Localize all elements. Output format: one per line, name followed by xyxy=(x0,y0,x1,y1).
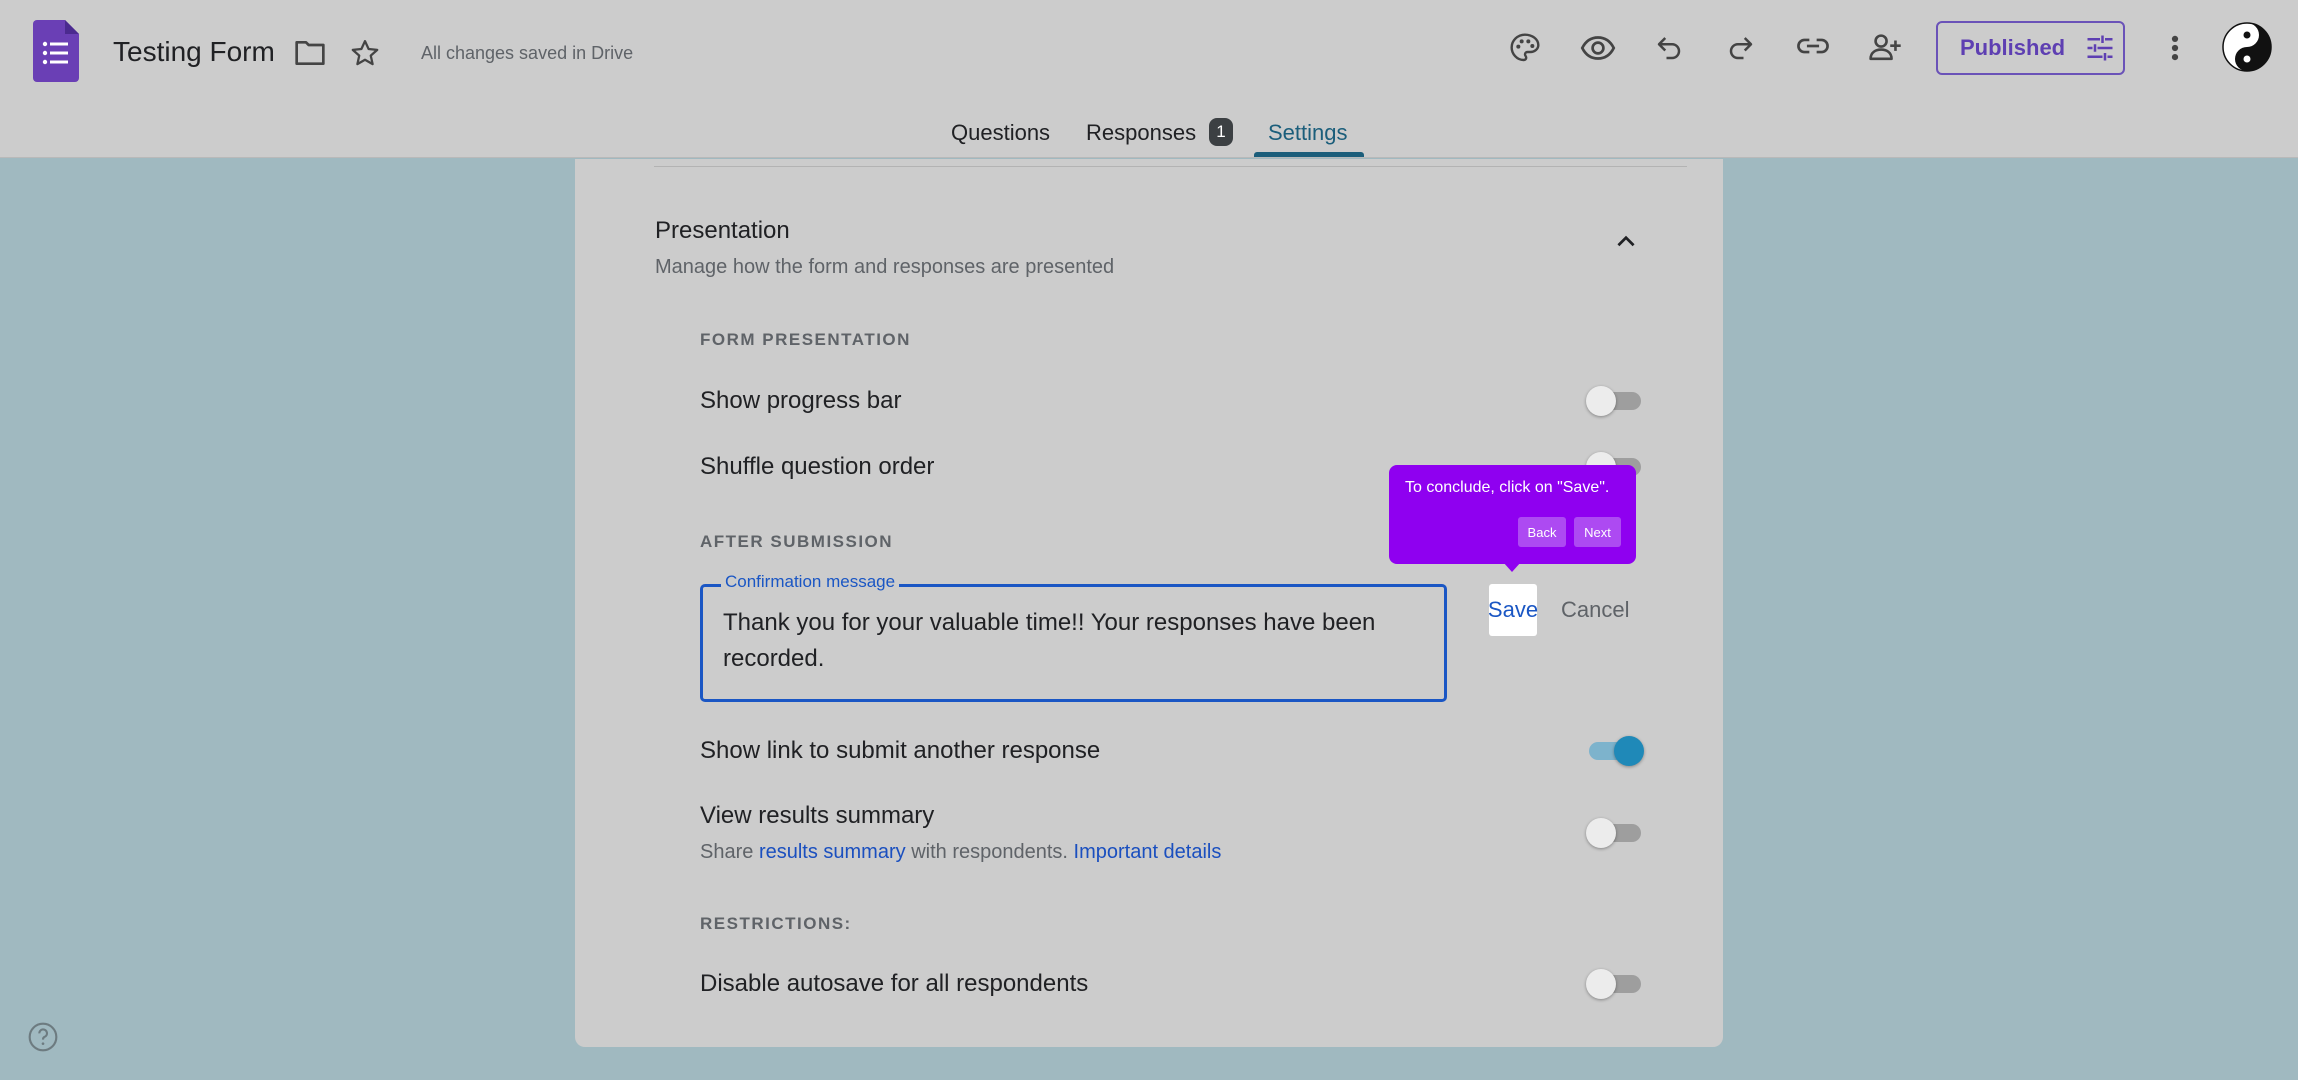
after-submission-caption: AFTER SUBMISSION xyxy=(700,532,894,551)
save-button[interactable]: Save xyxy=(1488,584,1538,636)
view-results-summary-description: Share results summary with respondents. … xyxy=(700,841,1221,864)
show-link-toggle[interactable] xyxy=(1586,734,1644,768)
confirmation-message-label: Confirmation message xyxy=(721,572,900,592)
share-middle-text: with respondents. xyxy=(905,841,1074,863)
show-link-label: Show link to submit another response xyxy=(700,737,1101,764)
published-label: Published xyxy=(1960,35,2066,60)
restrictions-caption: RESTRICTIONS: xyxy=(700,914,852,933)
view-results-summary-toggle[interactable] xyxy=(1586,816,1644,850)
active-tab-indicator xyxy=(1254,152,1364,157)
link-icon[interactable] xyxy=(1794,28,1832,64)
results-summary-link[interactable]: results summary xyxy=(759,841,906,863)
confirmation-message-text[interactable]: Thank you for your valuable time!! Your … xyxy=(723,605,1423,677)
form-title[interactable]: Testing Form xyxy=(113,36,275,68)
share-prefix-text: Share xyxy=(700,841,759,863)
section-subtitle: Manage how the form and responses are pr… xyxy=(655,256,1115,278)
save-status: All changes saved in Drive xyxy=(421,43,634,63)
avatar[interactable] xyxy=(2222,22,2272,72)
redo-icon[interactable] xyxy=(1723,30,1759,66)
tour-pointer xyxy=(1503,562,1521,572)
presentation-settings-card: Presentation Manage how the form and res… xyxy=(575,159,1723,1047)
important-details-link[interactable]: Important details xyxy=(1074,841,1222,863)
tour-popup: To conclude, click on "Save". Back Next xyxy=(1389,465,1636,564)
forms-logo-icon[interactable] xyxy=(33,20,79,82)
published-button[interactable]: Published xyxy=(1936,21,2125,75)
tour-back-button[interactable]: Back xyxy=(1518,517,1566,547)
chevron-up-icon[interactable] xyxy=(1613,229,1639,255)
show-progress-bar-label: Show progress bar xyxy=(700,387,902,414)
disable-autosave-label: Disable autosave for all respondents xyxy=(700,970,1089,997)
divider xyxy=(654,166,1687,167)
show-progress-bar-toggle[interactable] xyxy=(1586,384,1644,418)
cancel-button[interactable]: Cancel xyxy=(1561,597,1629,623)
more-vert-icon[interactable] xyxy=(2161,30,2189,66)
tab-bar: Questions Responses Settings xyxy=(0,110,2298,158)
view-results-summary-label: View results summary xyxy=(700,802,935,829)
folder-icon[interactable] xyxy=(293,36,327,70)
help-icon[interactable] xyxy=(27,1021,59,1053)
palette-icon[interactable] xyxy=(1507,30,1543,66)
tab-questions[interactable]: Questions xyxy=(951,120,1050,146)
responses-count-badge: 1 xyxy=(1209,118,1233,146)
tab-responses[interactable]: Responses xyxy=(1086,120,1196,146)
tour-next-button[interactable]: Next xyxy=(1574,517,1621,547)
add-person-icon[interactable] xyxy=(1866,28,1904,66)
form-presentation-caption: FORM PRESENTATION xyxy=(700,330,911,349)
star-icon[interactable] xyxy=(348,36,382,70)
tab-settings[interactable]: Settings xyxy=(1268,120,1348,146)
tune-icon xyxy=(2087,35,2113,61)
undo-icon[interactable] xyxy=(1651,30,1687,66)
disable-autosave-toggle[interactable] xyxy=(1586,967,1644,1001)
eye-icon[interactable] xyxy=(1579,30,1617,66)
section-title: Presentation xyxy=(655,217,790,244)
shuffle-question-order-label: Shuffle question order xyxy=(700,453,935,480)
tour-message: To conclude, click on "Save". xyxy=(1405,479,1610,496)
app-header: Testing Form All changes saved in Drive … xyxy=(0,0,2298,158)
